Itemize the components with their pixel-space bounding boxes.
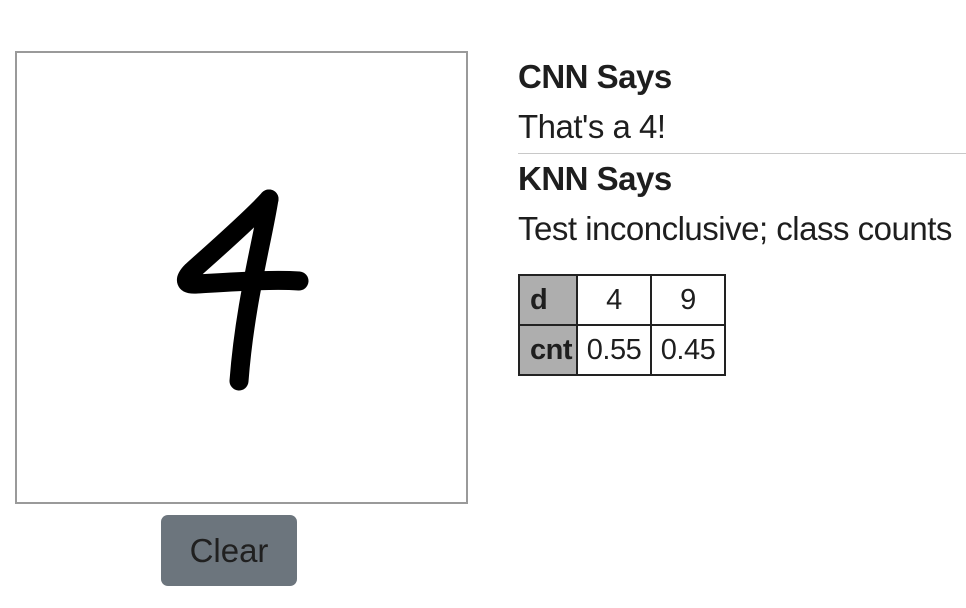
row-header-count: cnt — [518, 324, 578, 376]
knn-heading: KNN Says — [518, 160, 672, 197]
table-row: d 4 9 — [518, 274, 726, 326]
cnn-verdict: That's a 4! — [518, 108, 666, 145]
clear-button[interactable]: Clear — [161, 515, 297, 586]
count-value-cell: 0.55 — [576, 324, 652, 376]
knn-verdict: Test inconclusive; class counts — [518, 210, 952, 247]
cnn-heading: CNN Says — [518, 58, 672, 95]
table-row: cnt 0.55 0.45 — [518, 324, 726, 376]
class-label-cell: 4 — [576, 274, 652, 326]
count-value-cell: 0.45 — [650, 324, 726, 376]
knn-class-counts-table: d 4 9 cnt 0.55 0.45 — [518, 274, 726, 376]
results-panel: CNN Says That's a 4! KNN Says Test incon… — [518, 52, 966, 254]
handwritten-digit-drawing — [176, 189, 309, 391]
row-header-digit: d — [518, 274, 578, 326]
class-label-cell: 9 — [650, 274, 726, 326]
digit-stroke-diagonal — [176, 189, 309, 294]
drawing-canvas[interactable] — [15, 51, 468, 504]
